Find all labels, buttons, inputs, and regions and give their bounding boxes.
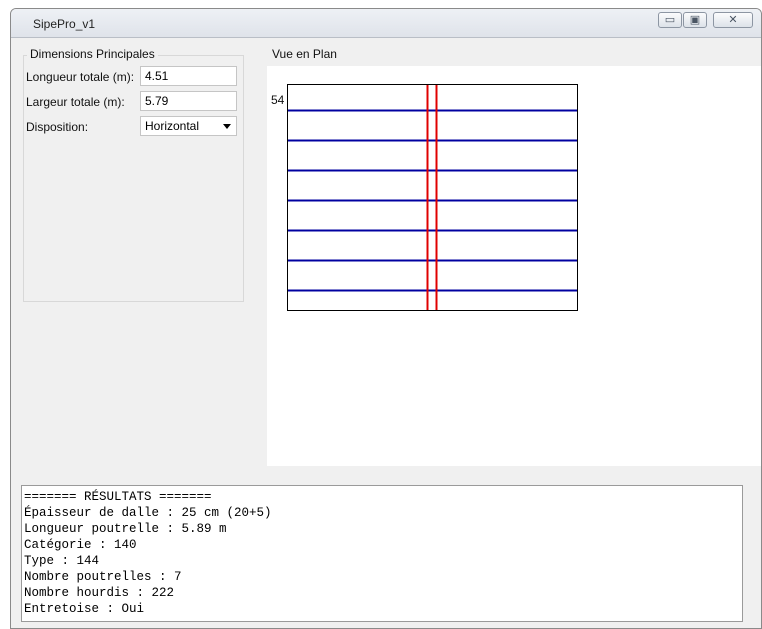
results-line: Longueur poutrelle : 5.89 m [24,522,227,536]
layout-select[interactable]: Horizontal [140,116,237,136]
dimensions-group-title: Dimensions Principales [27,47,158,61]
slab-outline [287,84,578,311]
layout-label: Disposition: [26,120,89,134]
plan-drawing [287,84,578,311]
length-label: Longueur totale (m): [26,70,135,84]
close-icon: ✕ [728,13,738,26]
results-line: Nombre poutrelles : 7 [24,570,182,584]
minimize-button[interactable]: ▭ [658,12,682,28]
width-label: Largeur totale (m): [26,95,125,109]
plan-canvas[interactable]: 54 [267,66,761,466]
app-window: SipePro_v1 ▭ ▣ ✕ Dimensions Principales … [10,8,762,629]
minimize-icon: ▭ [664,13,676,26]
chevron-down-icon [223,124,231,129]
window-title: SipePro_v1 [33,17,96,31]
window-controls: ▭ ▣ ✕ [657,12,753,28]
title-bar[interactable]: SipePro_v1 ▭ ▣ ✕ [11,9,761,38]
results-line: Catégorie : 140 [24,538,137,552]
results-line: Nombre hourdis : 222 [24,586,175,600]
maximize-icon: ▣ [689,13,701,26]
length-input[interactable]: 4.51 [140,66,237,86]
results-line: ======= RÉSULTATS ======= [24,490,212,504]
maximize-button[interactable]: ▣ [683,12,707,28]
results-line: Entretoise : Oui [24,602,145,616]
close-button[interactable]: ✕ [713,12,753,28]
results-textbox[interactable]: ======= RÉSULTATS ======= Épaisseur de d… [21,485,743,622]
plan-group-title: Vue en Plan [269,47,340,61]
width-input[interactable]: 5.79 [140,91,237,111]
results-line: Épaisseur de dalle : 25 cm (20+5) [24,506,272,520]
layout-select-value: Horizontal [145,119,200,133]
results-line: Type : 144 [24,554,100,568]
